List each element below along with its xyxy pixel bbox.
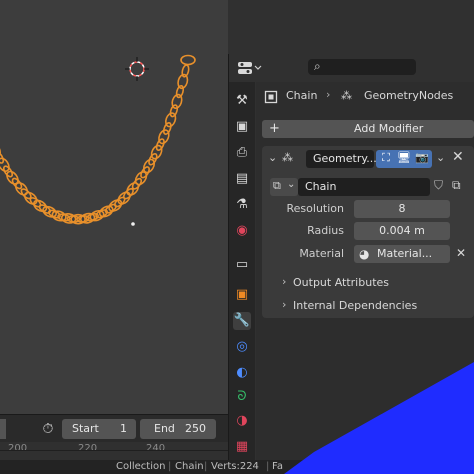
fake-user-shield-icon[interactable]: ⛉ — [434, 178, 443, 193]
chain-link — [162, 121, 172, 135]
output-attributes-section[interactable]: › Output Attributes — [282, 274, 452, 292]
node-tree-icon: ⧉ — [273, 179, 281, 192]
end-frame-field[interactable]: End 250 — [140, 419, 216, 439]
frame-field[interactable] — [0, 419, 6, 439]
end-label: End — [154, 422, 175, 435]
plus-icon: + — [269, 121, 280, 136]
material-value: Material... — [377, 247, 433, 260]
geometry-nodes-icon: ⁂ — [282, 151, 293, 164]
collapse-chevron-icon[interactable]: ⌄ — [268, 151, 277, 164]
material-tab-icon[interactable]: ◑ — [233, 412, 251, 430]
radius-field[interactable]: 0.004 m — [354, 222, 450, 240]
radius-label: Radius — [307, 224, 344, 237]
scene-tab-icon[interactable]: ⚗ — [233, 196, 251, 214]
view-layer-tab-icon[interactable]: ▤ — [233, 170, 251, 188]
constraints-tab-icon[interactable]: ᘐ — [233, 388, 251, 406]
timeline-ruler[interactable]: 200 220 240 — [0, 442, 228, 460]
breadcrumb-chevron-icon: › — [326, 88, 331, 101]
add-modifier-button[interactable]: + Add Modifier — [262, 120, 474, 138]
modifier-tab-icon[interactable]: 🔧 — [233, 312, 251, 330]
object-origin-dot — [131, 222, 135, 226]
editor-type-menu[interactable] — [236, 60, 262, 76]
material-field[interactable]: ◕ Material... — [354, 245, 450, 263]
output-tab-icon[interactable]: ⎙ — [233, 144, 251, 162]
physics-tab-icon[interactable]: ◐ — [233, 364, 251, 382]
status-verts: Verts:224 — [211, 461, 259, 472]
node-group-name: Chain — [305, 180, 337, 193]
world-tab-icon[interactable]: ◉ — [233, 222, 251, 240]
corner-overlay-shape — [284, 362, 474, 474]
realtime-display-icon[interactable]: 🖥 — [396, 151, 412, 167]
3d-cursor-icon[interactable] — [125, 57, 149, 81]
geometry-nodes-icon: ⁂ — [341, 89, 352, 102]
start-frame-field[interactable]: Start 1 — [62, 419, 136, 439]
search-input[interactable]: ⌕ — [308, 59, 416, 75]
chevron-right-icon: › — [282, 275, 287, 288]
chevron-right-icon: › — [282, 298, 287, 311]
modifier-visibility-toggles: ⛶ 🖥 📷 — [376, 150, 432, 168]
status-faces: Fa — [272, 461, 283, 472]
properties-tabs: ⚒ ▣ ⎙ ▤ ⚗ ◉ ▭ ▣ 🔧 ◎ ◐ ᘐ ◑ ▦ — [229, 82, 255, 460]
end-value: 250 — [185, 422, 206, 435]
radius-value: 0.004 m — [379, 224, 425, 237]
particles-tab-icon[interactable]: ◎ — [233, 338, 251, 356]
output-attributes-label: Output Attributes — [293, 276, 390, 289]
resolution-label: Resolution — [286, 202, 344, 215]
chain-link — [89, 209, 105, 222]
mesh-object-icon — [264, 89, 280, 104]
internal-dependencies-label: Internal Dependencies — [293, 299, 418, 312]
3d-viewport[interactable] — [0, 0, 228, 414]
search-icon: ⌕ — [314, 59, 321, 73]
stopwatch-icon[interactable]: ⏱ — [38, 420, 58, 438]
material-sphere-icon: ◕ — [359, 247, 370, 261]
properties-editor-icon — [238, 62, 262, 74]
timeline-header: ⏱ Start 1 End 250 — [0, 414, 228, 443]
resolution-field[interactable]: 8 — [354, 200, 450, 218]
modifier-name-field[interactable]: Geometry... — [306, 150, 377, 168]
node-group-browse-button[interactable]: ⧉ ⌄ — [270, 178, 298, 196]
render-tab-icon[interactable]: ▣ — [233, 118, 251, 136]
breadcrumb-object: Chain — [286, 89, 318, 102]
node-group-name-field[interactable]: Chain — [298, 178, 430, 196]
object-tab-icon[interactable]: ▣ — [233, 286, 251, 304]
chain-link — [155, 138, 165, 152]
status-object: Chain — [175, 461, 204, 472]
breadcrumb-modifier: GeometryNodes — [364, 89, 454, 102]
start-label: Start — [72, 422, 99, 435]
dropdown-chevron-icon[interactable]: ⌄ — [436, 151, 445, 164]
chain-link — [0, 157, 10, 172]
render-camera-icon[interactable]: 📷 — [414, 151, 430, 167]
frame-tick: 200 — [8, 443, 28, 454]
chevron-down-icon: ⌄ — [287, 179, 296, 190]
chain-link — [169, 104, 179, 118]
texture-tab-icon[interactable]: ▦ — [233, 438, 251, 456]
status-collection: Collection — [116, 461, 166, 472]
add-modifier-label: Add Modifier — [354, 122, 424, 135]
start-value: 1 — [120, 422, 127, 435]
resolution-value: 8 — [398, 202, 406, 215]
tool-tab-icon[interactable]: ⚒ — [233, 92, 251, 110]
chain-link — [180, 54, 196, 66]
frame-tick: 220 — [78, 443, 98, 454]
frame-tick: 240 — [146, 443, 166, 454]
close-icon[interactable]: ✕ — [452, 149, 464, 165]
properties-top-area — [228, 0, 474, 54]
collection-tab-icon[interactable]: ▭ — [233, 256, 251, 274]
material-label: Material — [299, 247, 344, 260]
internal-dependencies-section[interactable]: › Internal Dependencies — [282, 297, 452, 315]
modifier-name: Geometry... — [313, 152, 377, 165]
close-icon[interactable]: ✕ — [456, 246, 466, 260]
chain-object[interactable] — [0, 0, 228, 414]
duplicate-icon[interactable]: ⧉ — [452, 178, 461, 193]
edit-mode-icon[interactable]: ⛶ — [378, 151, 394, 167]
